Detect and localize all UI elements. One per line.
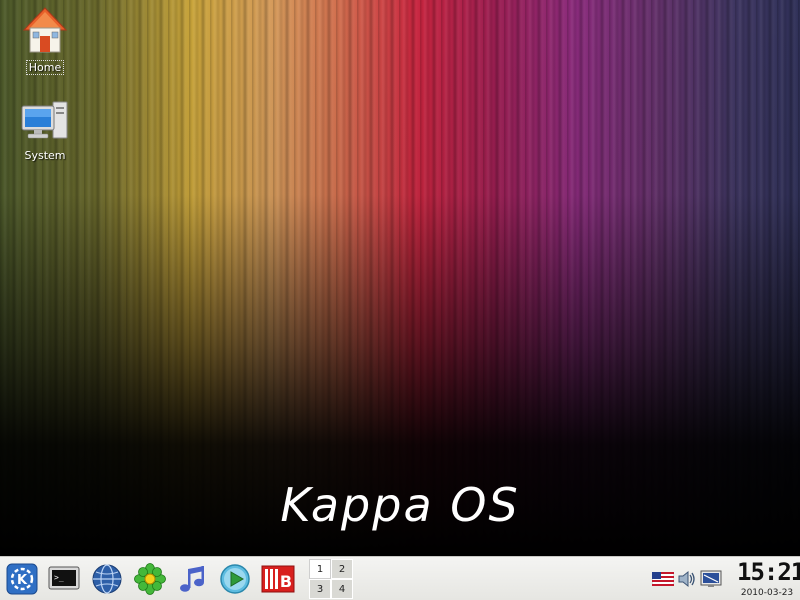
mb-app-launcher[interactable]: B [260, 561, 296, 597]
mb-app-icon: B [261, 565, 295, 593]
clock-time[interactable]: 15:21 [737, 558, 800, 586]
desktop-icon-system[interactable]: System [12, 100, 78, 163]
kappa-os-branding: Kappa OS [280, 478, 520, 532]
network-tray[interactable] [700, 569, 722, 589]
keyboard-layout-tray[interactable] [652, 569, 674, 589]
network-monitor-icon [700, 570, 722, 587]
us-flag-keyboard-icon [652, 572, 674, 586]
desktop-background[interactable]: Home System Kappa OS [0, 0, 800, 556]
web-browser-icon [92, 564, 122, 594]
taskbar: K >_ B 1 2 3 4 15:21 2010-03-23 [0, 556, 800, 600]
icq-launcher[interactable] [132, 561, 168, 597]
desktop-icon-label: Home [25, 60, 65, 75]
desktop-icon-label: System [24, 149, 66, 162]
music-note-icon [180, 566, 204, 592]
clock-date: 2010-03-23 [740, 588, 794, 598]
kde-menu-button[interactable]: K [4, 561, 40, 597]
kde-menu-icon: K [6, 563, 38, 595]
icq-flower-icon [134, 563, 166, 595]
svg-text:B: B [280, 572, 292, 591]
computer-icon [21, 101, 68, 139]
desktop-pager: 1 2 3 4 [309, 559, 353, 599]
media-player-launcher[interactable] [217, 561, 253, 597]
media-player-icon [220, 564, 250, 594]
volume-tray[interactable] [676, 569, 698, 589]
pager-desktop-3[interactable]: 3 [309, 579, 331, 599]
terminal-launcher[interactable]: >_ [46, 561, 82, 597]
pager-desktop-4[interactable]: 4 [331, 579, 353, 599]
pager-desktop-2[interactable]: 2 [331, 559, 353, 579]
pager-desktop-1[interactable]: 1 [309, 559, 331, 579]
svg-text:K: K [17, 573, 28, 588]
desktop-icon-home[interactable]: Home [12, 6, 78, 75]
web-browser-launcher[interactable] [89, 561, 125, 597]
terminal-icon: >_ [48, 566, 80, 590]
home-icon [22, 7, 68, 53]
volume-speaker-icon [678, 570, 695, 588]
svg-text:>_: >_ [54, 573, 64, 582]
music-player-launcher[interactable] [174, 561, 210, 597]
